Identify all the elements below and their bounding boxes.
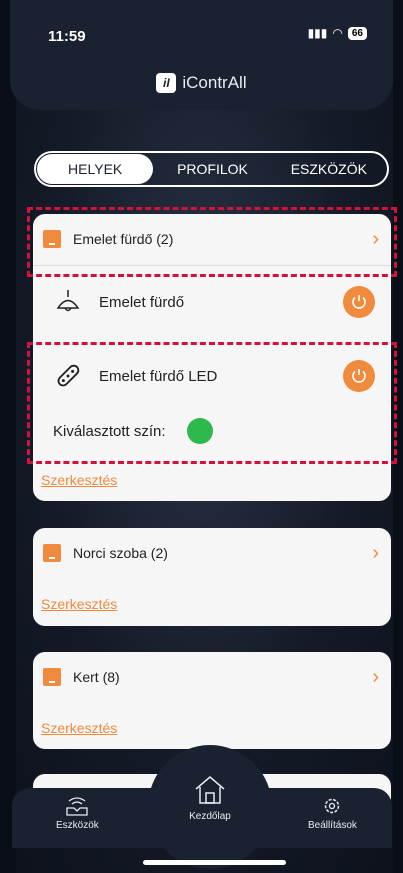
brand-logo-icon: iI [156,73,177,93]
device-row: Emelet fürdő [33,277,391,327]
tab-helyek[interactable]: HELYEK [37,154,154,184]
nav-settings[interactable]: Beállítások [308,796,357,831]
chevron-right-icon[interactable]: › [372,542,379,565]
room-icon [43,544,61,562]
battery-icon: 66 [347,26,367,40]
devices-icon [66,797,89,816]
tab-profilok[interactable]: PROFILOK [154,153,270,185]
edit-link[interactable]: Szerkesztés [41,472,117,488]
nav-devices[interactable]: Eszközök [56,796,99,831]
power-icon [352,295,366,309]
frame-edge-left [0,0,16,873]
home-indicator [143,860,286,865]
brand-name: iContrAll [182,73,247,92]
segmented-tabs: HELYEK PROFILOK ESZKÖZÖK [34,151,389,187]
edit-link[interactable]: Szerkesztés [41,720,117,736]
tab-eszkozok[interactable]: ESZKÖZÖK [271,153,387,185]
nav-devices-label: Eszközök [56,820,99,831]
gear-icon [325,798,340,814]
brand: iI iContrAll [10,73,393,93]
room-card-norci-szoba: Norci szoba (2) › Szerkesztés [33,528,391,626]
nav-settings-label: Beállítások [308,820,357,831]
edit-link[interactable]: Szerkesztés [41,596,117,612]
room-icon [43,668,61,686]
chevron-right-icon[interactable]: › [372,666,379,689]
wifi-icon: ◠ [332,26,343,40]
signal-icon: ▮▮▮ [307,26,328,40]
home-icon [195,776,225,804]
app-header: 11:59 ▮▮▮ ◠ 66 iI iContrAll [10,0,393,110]
status-time: 11:59 [48,28,86,45]
room-header[interactable]: Kert (8) › [33,652,391,702]
room-title: Norci szoba (2) [73,545,168,561]
room-title: Kert (8) [73,669,120,685]
nav-home-label: Kezdőlap [189,811,231,822]
nav-home[interactable]: Kezdőlap [148,745,272,869]
power-button[interactable] [343,286,375,318]
room-card-kert: Kert (8) › Szerkesztés [33,652,391,749]
highlight-room-header [27,207,397,277]
room-header[interactable]: Norci szoba (2) › [33,528,391,578]
ceiling-lamp-icon [56,290,80,312]
status-icons: ▮▮▮ ◠ 66 [308,26,367,40]
device-name: Emelet fürdő [99,293,185,311]
highlight-led-device [27,342,397,464]
